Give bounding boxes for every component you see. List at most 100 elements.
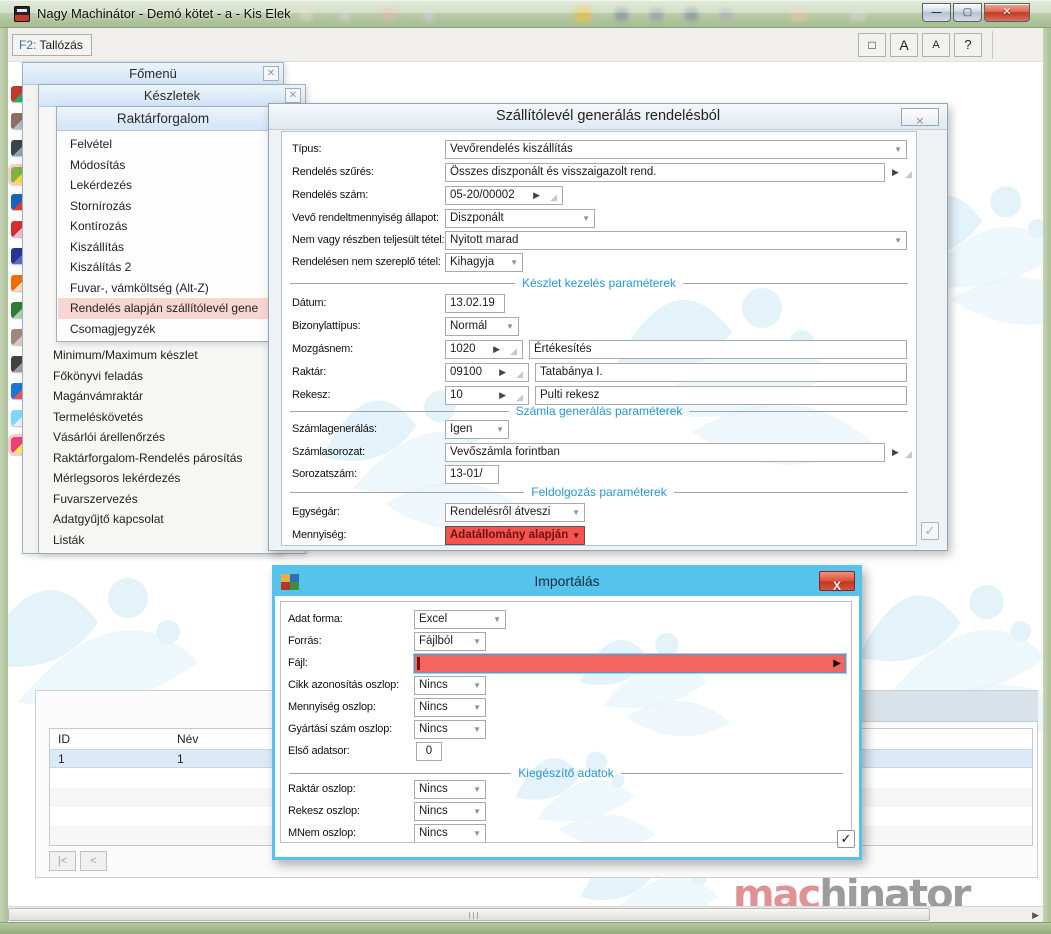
mozgasnem-code-field[interactable]: 1020 ▶ ◢ — [445, 340, 523, 359]
field-label: MNem oszlop: — [288, 827, 356, 839]
menu-item[interactable]: Felvétel — [58, 134, 270, 155]
raktarforgalom-title: Raktárforgalom — [116, 111, 210, 126]
gyartasi-oszlop-select[interactable]: Nincs ▼ — [414, 720, 486, 739]
close-icon: ✕ — [915, 116, 925, 128]
column-header-id[interactable]: ID — [58, 729, 70, 749]
raktar-code-field[interactable]: 09100 ▶ ◢ — [445, 363, 529, 382]
raktar-oszlop-select[interactable]: Nincs ▼ — [414, 780, 486, 799]
menu-item[interactable]: Magánvámraktár — [41, 386, 303, 407]
field-label: Számlagenerálás: — [292, 423, 377, 435]
menu-item[interactable]: Csomagjegyzék — [58, 319, 270, 340]
bizonylattipus-select[interactable]: Normál ▼ — [445, 317, 519, 336]
cikk-oszlop-select[interactable]: Nincs ▼ — [414, 676, 486, 695]
browse-f2-button[interactable]: F2: Tallózás — [12, 34, 92, 56]
shipping-confirm-button[interactable]: ✓ — [921, 522, 939, 540]
menu-item[interactable]: Főkönyvi feladás — [41, 366, 303, 387]
menu-item[interactable]: Lekérdezés — [58, 175, 270, 196]
font-large-button[interactable]: A — [890, 33, 918, 57]
vevo-allapot-select[interactable]: Diszponált ▼ — [445, 209, 595, 228]
menu-item[interactable]: Rendelés alapján szállítólevél gene — [58, 298, 270, 319]
field-label: Dátum: — [292, 297, 327, 309]
shipping-dialog-titlebar[interactable]: Szállítólevél generálás rendelésból ✕ — [269, 104, 947, 130]
corner-icon[interactable]: ◢ — [905, 165, 912, 184]
help-button[interactable]: ? — [954, 33, 982, 57]
datum-input[interactable]: 13.02.19 — [445, 294, 505, 313]
window-border-bottom — [0, 922, 1051, 934]
menu-item[interactable]: Stornírozás — [58, 196, 270, 217]
menu-item[interactable]: Fuvar-, vámköltség (Alt-Z) — [58, 278, 270, 299]
rendeles-szam-field[interactable]: 05-20/00002 ▶ ◢ — [445, 186, 563, 205]
forward-icon[interactable]: ▶ — [892, 163, 899, 182]
close-button[interactable]: ✕ — [984, 3, 1030, 22]
font-small-button[interactable]: A — [922, 33, 950, 57]
forras-select[interactable]: Fájlból ▼ — [414, 632, 486, 651]
szamlasorozat-field[interactable]: Vevőszámla forintban — [445, 443, 885, 462]
sorozatszam-input[interactable]: 13-01/ — [445, 465, 499, 484]
keszletek-titlebar[interactable]: Készletek ✕ — [39, 85, 305, 107]
shipping-dialog-close-button[interactable]: ✕ — [901, 108, 939, 128]
window-border-left — [0, 28, 8, 922]
maximize-button[interactable]: ▢ — [953, 3, 982, 22]
nem-szereplo-select[interactable]: Kihagyja ▼ — [445, 253, 523, 272]
rekesz-oszlop-select[interactable]: Nincs ▼ — [414, 802, 486, 821]
mozgasnem-name-field[interactable]: Értékesítés — [529, 340, 907, 359]
menu-item[interactable]: Kiszállítás — [58, 237, 270, 258]
rendeles-szures-field[interactable]: Összes diszponált és visszaigazolt rend. — [445, 163, 885, 182]
import-close-button[interactable]: X — [819, 571, 855, 593]
minimize-button[interactable]: — — [922, 3, 951, 22]
forward-icon[interactable]: ▶ — [892, 443, 899, 462]
corner-icon[interactable]: ◢ — [905, 445, 912, 464]
scroll-right-icon[interactable]: ▶ — [1032, 909, 1039, 921]
import-dialog-title: Importálás — [534, 573, 600, 589]
menu-item[interactable]: Kiszálítás 2 — [58, 257, 270, 278]
column-header-nev[interactable]: Név — [177, 729, 198, 749]
menu-item[interactable]: Listák — [41, 530, 303, 551]
egysegar-select[interactable]: Rendelésről átveszi ▼ — [445, 503, 585, 522]
keszletek-title: Készletek — [143, 88, 201, 103]
menu-item[interactable]: Vásárlói árellenőrzés — [41, 427, 303, 448]
adat-forma-select[interactable]: Excel ▼ — [414, 610, 506, 629]
nav-first-button[interactable]: |< — [49, 851, 76, 871]
menu-item[interactable]: Mérlegsoros lekérdezés — [41, 468, 303, 489]
fomenu-titlebar[interactable]: Főmenü ✕ — [23, 63, 283, 85]
import-form-panel: Adat forma: Excel ▼ Forrás: Fájlból ▼ Fájl… — [280, 601, 852, 843]
nem-teljesult-select[interactable]: Nyitott marad ▼ — [445, 231, 907, 250]
corner-icon: ◢ — [550, 192, 557, 202]
chevron-down-icon: ▼ — [894, 236, 902, 245]
menu-item[interactable]: Módosítás — [58, 155, 270, 176]
horizontal-scrollbar[interactable]: ▶ — [8, 906, 1043, 922]
menu-item[interactable]: Raktárforgalom-Rendelés párosítás — [41, 448, 303, 469]
menu-item[interactable]: Adatgyűjtő kapcsolat — [41, 509, 303, 530]
szamlageneralas-select[interactable]: Igen ▼ — [445, 420, 509, 439]
forward-icon: ▶ — [533, 190, 540, 200]
elso-adatsor-input[interactable]: 0 — [416, 742, 442, 761]
mennyiseg-oszlop-select[interactable]: Nincs ▼ — [414, 698, 486, 717]
menu-item[interactable]: Kontírozás — [58, 216, 270, 237]
fajl-input[interactable]: ▶ — [414, 654, 846, 673]
menu-item[interactable]: Fuvarszervezés — [41, 489, 303, 510]
raktarforgalom-titlebar[interactable]: Raktárforgalom — [57, 107, 269, 131]
import-dialog-titlebar[interactable]: Importálás X — [275, 568, 859, 596]
minimize-icon: — — [931, 7, 942, 18]
menu-item[interactable]: Minimum/Maximum készlet — [41, 345, 303, 366]
shipping-form-panel: Típus: Vevőrendelés kiszállítás ▼ Rendelé… — [281, 131, 917, 546]
raktar-name-field[interactable]: Tatabánya I. — [535, 363, 907, 382]
fomenu-close-button[interactable]: ✕ — [263, 66, 279, 81]
shipping-dialog: Szállítólevél generálás rendelésból ✕ Tí… — [268, 103, 948, 551]
keszletek-close-button[interactable]: ✕ — [285, 88, 301, 103]
window-size-button[interactable]: □ — [858, 33, 886, 57]
chevron-down-icon: ▼ — [473, 785, 481, 794]
field-label: Raktár: — [292, 366, 327, 378]
mennyiseg-select[interactable]: Adatállomány alapján ▼ — [445, 526, 585, 545]
import-confirm-button[interactable]: ✓ — [837, 830, 855, 848]
field-label: Első adatsor: — [288, 745, 350, 757]
text-caret — [417, 657, 420, 670]
import-dialog: Importálás X Adat forma: Excel ▼ Forrás: … — [272, 565, 862, 860]
mnem-oszlop-select[interactable]: Nincs ▼ — [414, 824, 486, 842]
field-label: Rekesz oszlop: — [288, 805, 360, 817]
menu-item[interactable]: Termeléskövetés — [41, 407, 303, 428]
chevron-down-icon: ▼ — [473, 703, 481, 712]
scrollbar-thumb[interactable] — [8, 908, 930, 921]
nav-prev-button[interactable]: < — [80, 851, 107, 871]
tipus-select[interactable]: Vevőrendelés kiszállítás ▼ — [445, 140, 907, 159]
